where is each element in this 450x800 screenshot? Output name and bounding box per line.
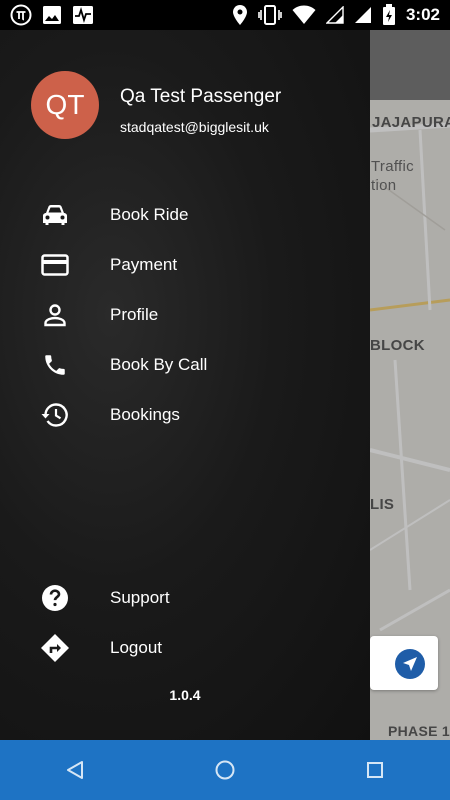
menu-item-label: Logout [110,638,162,657]
pulse-icon [72,5,94,25]
menu-item-label: Support [110,588,170,607]
menu-item-payment[interactable]: Payment [0,242,370,288]
navigation-arrow-icon [403,657,417,671]
menu-item-label: Payment [110,255,178,274]
history-icon [40,400,70,430]
back-icon [67,761,83,779]
my-location-button[interactable] [395,649,425,679]
user-name: Qa Test Passenger [120,86,282,107]
menu-item-label: Book By Call [110,355,208,374]
menu-item-label: Bookings [110,405,180,424]
car-icon [40,200,70,230]
pi-icon [10,4,32,26]
user-email: stadqatest@bigglesit.uk [120,119,269,135]
navigation-drawer: QT Qa Test Passenger stadqatest@bigglesi… [0,30,370,740]
directions-icon [40,633,70,663]
recents-icon [367,762,383,778]
phone-icon [40,350,70,380]
home-button[interactable] [195,740,255,800]
status-bar: 3:02 [0,0,450,30]
credit-card-icon [40,250,70,280]
signal-icon [354,6,372,24]
image-icon [42,5,62,25]
menu-item-profile[interactable]: Profile [0,292,370,338]
app-version: 1.0.4 [169,687,201,703]
avatar[interactable]: QT [31,71,99,139]
menu-item-support[interactable]: Support [0,575,370,621]
status-time: 3:02 [405,5,440,24]
menu-item-label: Profile [110,305,159,324]
menu-item-book-ride[interactable]: Book Ride [0,192,370,238]
location-icon [232,4,248,26]
system-nav-bar [0,740,450,800]
home-icon [215,760,235,780]
vibrate-icon [258,4,282,26]
menu-item-logout[interactable]: Logout [0,625,370,671]
menu-item-book-by-call[interactable]: Book By Call [0,342,370,388]
recents-button[interactable] [345,740,405,800]
menu-item-label: Book Ride [110,205,189,224]
person-icon [40,300,70,330]
signal-icon [325,6,344,24]
help-icon [40,583,70,613]
wifi-icon [292,5,316,25]
menu-item-bookings[interactable]: Bookings [0,392,370,438]
battery-charging-icon [382,4,396,26]
back-button[interactable] [45,740,105,800]
